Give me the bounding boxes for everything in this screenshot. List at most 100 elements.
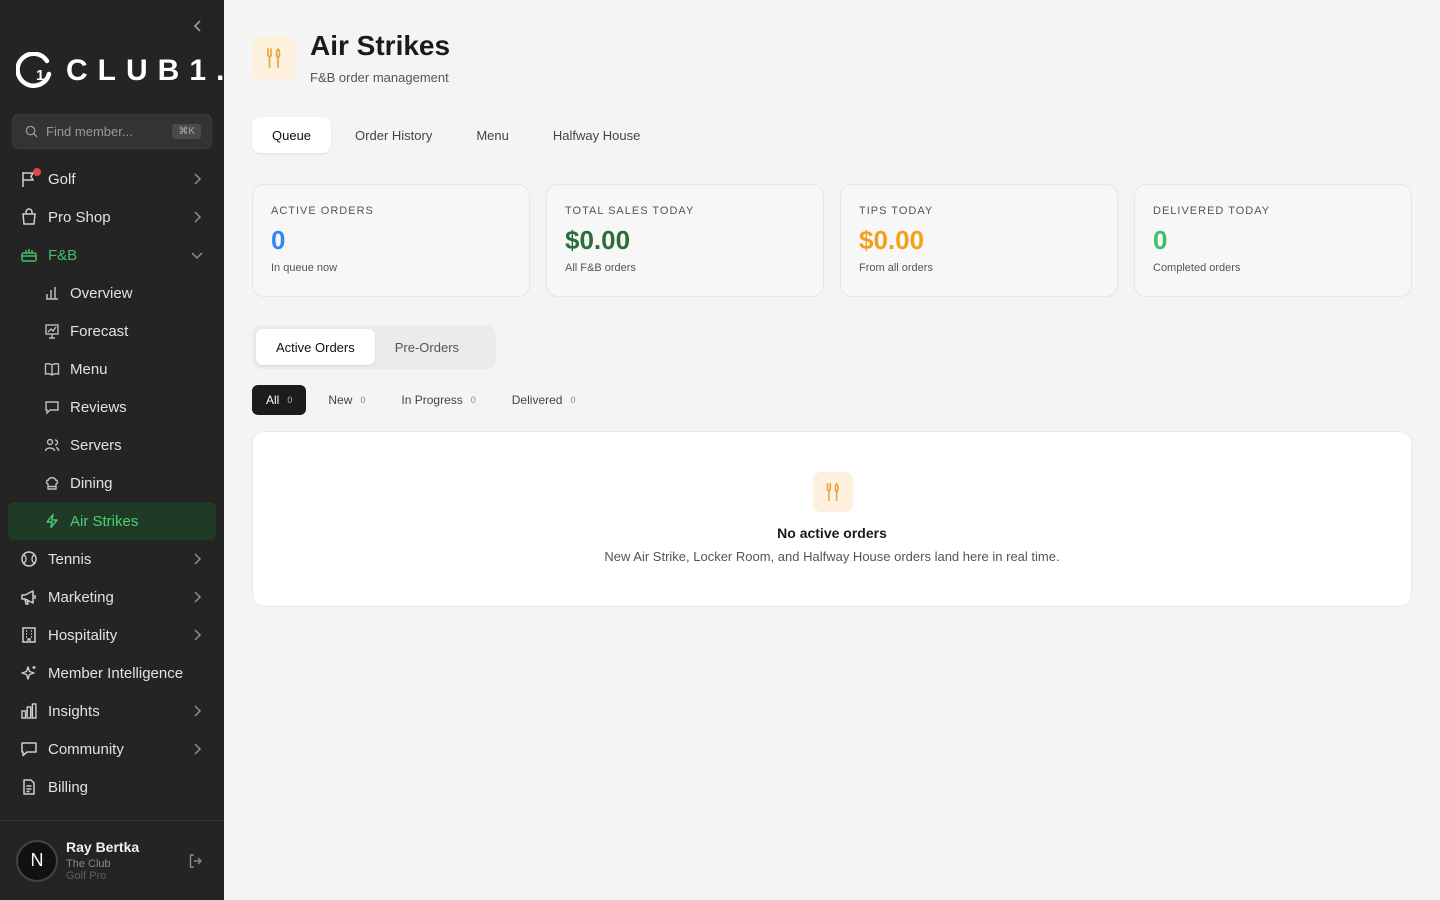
sidebar-item-label: Air Strikes — [70, 512, 139, 530]
bar-chart-icon — [46, 287, 58, 300]
fork-knife-icon — [826, 482, 839, 502]
page-icon — [252, 36, 296, 80]
chef-hat-icon — [45, 477, 59, 490]
sidebar-subitem-menu[interactable]: Menu — [0, 350, 224, 388]
sidebar-item-label: Menu — [70, 360, 108, 378]
user-club: The Club — [66, 858, 111, 870]
sidebar-item-insights[interactable]: Insights — [0, 692, 224, 730]
stat-card-active-orders: ACTIVE ORDERS 0 In queue now — [252, 184, 530, 297]
stat-label: DELIVERED TODAY — [1153, 205, 1271, 217]
filter-count: 0 — [360, 395, 366, 405]
sidebar-subitem-air-strikes[interactable]: Air Strikes — [8, 502, 216, 540]
stat-label: ACTIVE ORDERS — [271, 205, 374, 217]
logout-icon[interactable] — [188, 853, 204, 869]
stat-card-delivered: DELIVERED TODAY 0 Completed orders — [1134, 184, 1412, 297]
stat-sub: In queue now — [271, 262, 338, 274]
tab-order-history[interactable]: Order History — [335, 117, 452, 153]
filter-label: All — [266, 393, 280, 407]
sidebar-item-label: Dining — [70, 474, 113, 492]
sidebar-subitem-overview[interactable]: Overview — [0, 274, 224, 312]
stat-sub: Completed orders — [1153, 262, 1241, 274]
sidebar-item-community[interactable]: Community — [0, 730, 224, 768]
sidebar-item-label: Tennis — [48, 550, 92, 568]
sidebar: 1 CLUB1. ⌘K Golf Pro Shop F&B Overview — [0, 0, 224, 900]
chat-bubble-icon — [45, 401, 59, 415]
tab-halfway-house[interactable]: Halfway House — [533, 117, 660, 153]
sidebar-item-marketing[interactable]: Marketing — [0, 578, 224, 616]
filter-in-progress[interactable]: In Progress 0 — [387, 385, 489, 415]
page-tabs: Queue Order History Menu Halfway House — [252, 114, 664, 156]
stat-value: $0.00 — [565, 225, 631, 255]
filter-delivered[interactable]: Delivered 0 — [498, 385, 590, 415]
chevron-right-icon — [194, 211, 202, 223]
sidebar-item-label: Pro Shop — [48, 208, 111, 226]
member-search[interactable]: ⌘K — [12, 114, 212, 149]
stat-value: 0 — [271, 225, 286, 255]
sidebar-item-label: Servers — [70, 436, 122, 454]
sidebar-item-golf[interactable]: Golf — [0, 160, 224, 198]
sidebar-subitem-reviews[interactable]: Reviews — [0, 388, 224, 426]
fork-knife-icon — [267, 48, 281, 68]
sidebar-item-label: Reviews — [70, 398, 127, 416]
logo-mark: 1 — [16, 52, 52, 88]
stat-sub: All F&B orders — [565, 262, 636, 274]
sparkles-icon — [21, 666, 36, 680]
user-profile[interactable]: N Ray Bertka The Club Golf Pro — [0, 820, 224, 900]
chevron-right-icon — [194, 173, 202, 185]
sidebar-item-tennis[interactable]: Tennis — [0, 540, 224, 578]
sidebar-item-label: F&B — [48, 246, 78, 264]
status-filters: All 0 New 0 In Progress 0 Delivered 0 — [252, 385, 597, 415]
orders-empty-state: No active orders New Air Strike, Locker … — [252, 431, 1412, 607]
sidebar-item-fb[interactable]: F&B — [0, 236, 224, 274]
sidebar-item-pro-shop[interactable]: Pro Shop — [0, 198, 224, 236]
user-role: Golf Pro — [66, 870, 107, 882]
sidebar-item-hospitality[interactable]: Hospitality — [0, 616, 224, 654]
sidebar-item-label: Billing — [48, 778, 89, 796]
stat-card-total-sales: TOTAL SALES TODAY $0.00 All F&B orders — [546, 184, 824, 297]
filter-all[interactable]: All 0 — [252, 385, 307, 415]
sidebar-subitem-forecast[interactable]: Forecast — [0, 312, 224, 350]
book-icon — [44, 363, 60, 376]
filter-new[interactable]: New 0 — [314, 385, 379, 415]
document-icon — [23, 779, 35, 795]
shopping-bag-icon — [22, 208, 36, 225]
order-type-toggle: Active Orders Pre-Orders — [252, 325, 496, 369]
tab-queue[interactable]: Queue — [252, 117, 332, 153]
lightning-icon — [46, 513, 58, 529]
chevron-right-icon — [194, 743, 202, 755]
empty-state-title: No active orders — [777, 525, 887, 541]
tab-menu[interactable]: Menu — [456, 117, 529, 153]
page-title: Air Strikes — [310, 30, 451, 61]
sidebar-nav: Golf Pro Shop F&B Overview Forecast Menu — [0, 160, 224, 806]
filter-count: 0 — [570, 395, 576, 405]
stats-row: ACTIVE ORDERS 0 In queue now TOTAL SALES… — [252, 184, 1412, 297]
stat-value: 0 — [1153, 225, 1168, 255]
stat-value: $0.00 — [859, 225, 925, 255]
search-icon — [25, 125, 38, 138]
stat-card-tips: TIPS TODAY $0.00 From all orders — [840, 184, 1118, 297]
member-search-input[interactable] — [46, 124, 166, 139]
tennis-ball-icon — [21, 551, 37, 567]
collapse-sidebar-button[interactable] — [188, 16, 208, 36]
chat-bubble-icon — [21, 742, 37, 757]
chevron-right-icon — [194, 705, 202, 717]
sidebar-item-billing[interactable]: Billing — [0, 768, 224, 806]
user-name: Ray Bertka — [66, 839, 140, 855]
sidebar-item-member-intelligence[interactable]: Member Intelligence — [0, 654, 224, 692]
segment-pre-orders[interactable]: Pre-Orders — [375, 329, 479, 365]
chevron-left-icon — [193, 20, 201, 32]
empty-state-text: New Air Strike, Locker Room, and Halfway… — [604, 549, 1060, 564]
sidebar-subitem-servers[interactable]: Servers — [0, 426, 224, 464]
sidebar-subitem-dining[interactable]: Dining — [0, 464, 224, 502]
filter-count: 0 — [287, 395, 293, 405]
club1-logo[interactable]: 1 CLUB1. — [16, 50, 224, 92]
users-icon — [44, 438, 60, 452]
segment-active-orders[interactable]: Active Orders — [256, 329, 375, 365]
svg-text:1: 1 — [36, 67, 44, 84]
page-subtitle: F&B order management — [310, 70, 449, 85]
sidebar-item-label: Member Intelligence — [48, 664, 184, 682]
stat-label: TOTAL SALES TODAY — [565, 205, 695, 217]
empty-state-icon — [813, 472, 853, 512]
avatar[interactable]: N — [16, 839, 58, 882]
notification-dot — [33, 168, 41, 176]
